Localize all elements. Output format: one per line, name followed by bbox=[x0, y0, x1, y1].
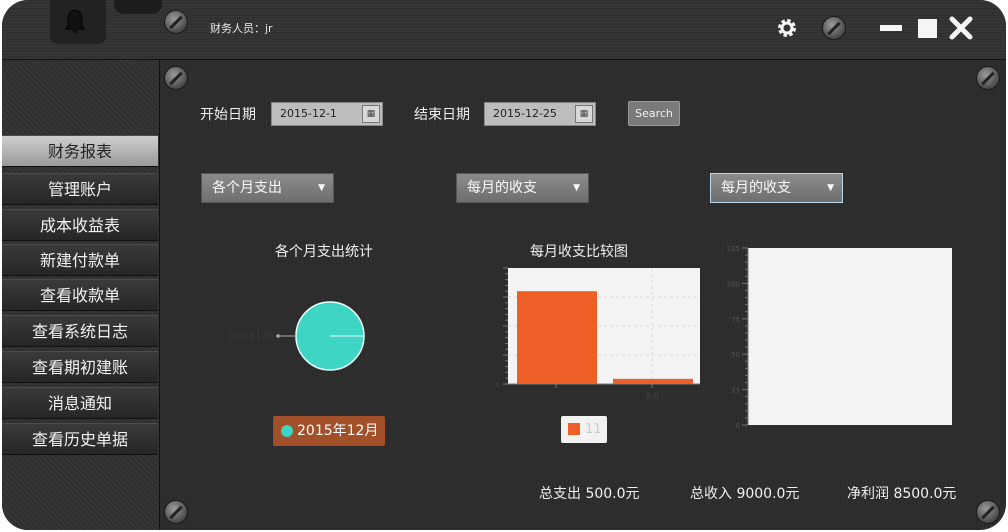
legend-dot-icon bbox=[281, 425, 293, 437]
sidebar-item-new-payment[interactable]: 新建付款单 bbox=[2, 244, 158, 276]
start-date-field[interactable]: 2015-12-1 ▦ bbox=[271, 102, 383, 126]
chevron-down-icon: ▼ bbox=[318, 183, 325, 193]
title-bar: 财务人员：jr bbox=[2, 0, 1006, 60]
empty-chart: 0 25 50 75 100 125 bbox=[727, 245, 952, 430]
screw-icon bbox=[822, 16, 846, 40]
chart2-select-value: 每月的收支 bbox=[467, 180, 537, 196]
net-profit: 净利润 8500.0元 bbox=[847, 486, 957, 502]
end-date-value: 2015-12-25 bbox=[493, 107, 557, 120]
empty-y-tick-label: 50 bbox=[731, 351, 740, 359]
pie-chart-title: 各个月支出统计 bbox=[275, 244, 373, 260]
start-date-value: 2015-12-1 bbox=[280, 107, 337, 120]
user-label: 财务人员：jr bbox=[210, 22, 273, 35]
minimize-icon bbox=[880, 25, 902, 31]
pie-chart: 2015年12月 bbox=[227, 301, 365, 371]
chart1-select-value: 各个月支出 bbox=[212, 180, 282, 196]
pie-slice-label: 2015年12月 bbox=[227, 331, 274, 341]
sidebar-item-financial-report[interactable]: 财务报表 bbox=[2, 135, 158, 167]
bar-legend-label: 11 bbox=[585, 422, 602, 437]
chart2-select[interactable]: 每月的收支 ▼ bbox=[456, 173, 589, 203]
chart3-select-value: 每月的收支 bbox=[721, 180, 791, 196]
chart1-select[interactable]: 各个月支出 ▼ bbox=[201, 173, 334, 203]
bar-legend-item[interactable]: 11 bbox=[561, 416, 607, 443]
sidebar-item-history[interactable]: 查看历史单据 bbox=[2, 423, 158, 455]
sidebar: 财务报表 管理账户 成本收益表 新建付款单 查看收款单 查看系统日志 查看期初建… bbox=[2, 60, 160, 530]
end-date-field[interactable]: 2015-12-25 ▦ bbox=[484, 102, 596, 126]
app-window: 财务人员：jr 财务报表 管理账户 成本收益表 新建付款单 查看收款单 查看系统… bbox=[2, 0, 1006, 530]
sidebar-item-cost-profit[interactable]: 成本收益表 bbox=[2, 209, 158, 241]
sidebar-item-system-log[interactable]: 查看系统日志 bbox=[2, 315, 158, 347]
pie-label-dot bbox=[276, 334, 280, 338]
total-expense: 总支出 500.0元 bbox=[539, 486, 640, 502]
bar-y-tick-label: 0 bbox=[496, 381, 500, 389]
bell-icon bbox=[65, 9, 85, 34]
empty-y-tick-label: 125 bbox=[727, 245, 740, 253]
calendar-icon[interactable]: ▦ bbox=[362, 105, 380, 123]
maximize-icon bbox=[917, 18, 937, 38]
chevron-down-icon: ▼ bbox=[827, 183, 834, 193]
end-date-label: 结束日期 bbox=[414, 107, 470, 123]
pie-legend-label: 2015年12月 bbox=[297, 423, 379, 439]
bar-chart-title: 每月收支比较图 bbox=[530, 244, 628, 260]
bar bbox=[613, 378, 693, 384]
pie-legend-item[interactable]: 2015年12月 bbox=[273, 416, 385, 446]
empty-y-tick-label: 100 bbox=[727, 280, 740, 288]
minimize-button[interactable] bbox=[876, 14, 906, 42]
bar-x-tick-label: 支出 bbox=[645, 391, 659, 400]
sidebar-item-manage-accounts[interactable]: 管理账户 bbox=[2, 173, 158, 205]
bar bbox=[517, 291, 597, 384]
legend-square-icon bbox=[568, 423, 580, 435]
chevron-down-icon: ▼ bbox=[573, 183, 580, 193]
search-button[interactable]: Search bbox=[628, 101, 680, 126]
screw-icon bbox=[164, 10, 188, 34]
start-date-label: 开始日期 bbox=[200, 107, 256, 123]
sidebar-item-view-receipts[interactable]: 查看收款单 bbox=[2, 279, 158, 311]
logo-cap bbox=[114, 0, 162, 14]
gear-icon bbox=[778, 19, 796, 37]
settings-button[interactable] bbox=[772, 14, 802, 42]
screw-icon bbox=[164, 66, 188, 90]
total-income: 总收入 9000.0元 bbox=[690, 486, 800, 502]
sidebar-item-notifications[interactable]: 消息通知 bbox=[2, 387, 158, 419]
close-icon bbox=[949, 16, 973, 40]
empty-plot-area bbox=[748, 248, 952, 425]
sidebar-item-opening-accounts[interactable]: 查看期初建账 bbox=[2, 351, 158, 383]
empty-y-tick-label: 25 bbox=[731, 387, 740, 395]
screw-icon bbox=[976, 500, 1000, 524]
screw-icon bbox=[164, 500, 188, 524]
chart3-select[interactable]: 每月的收支 ▼ bbox=[710, 173, 843, 203]
calendar-icon[interactable]: ▦ bbox=[575, 105, 593, 123]
empty-y-tick-label: 75 bbox=[731, 316, 740, 324]
close-button[interactable] bbox=[946, 14, 976, 42]
empty-y-tick-label: 0 bbox=[736, 422, 740, 430]
maximize-button[interactable] bbox=[912, 14, 942, 42]
bar-chart: 0 支出 bbox=[496, 267, 700, 400]
screw-icon bbox=[976, 66, 1000, 90]
